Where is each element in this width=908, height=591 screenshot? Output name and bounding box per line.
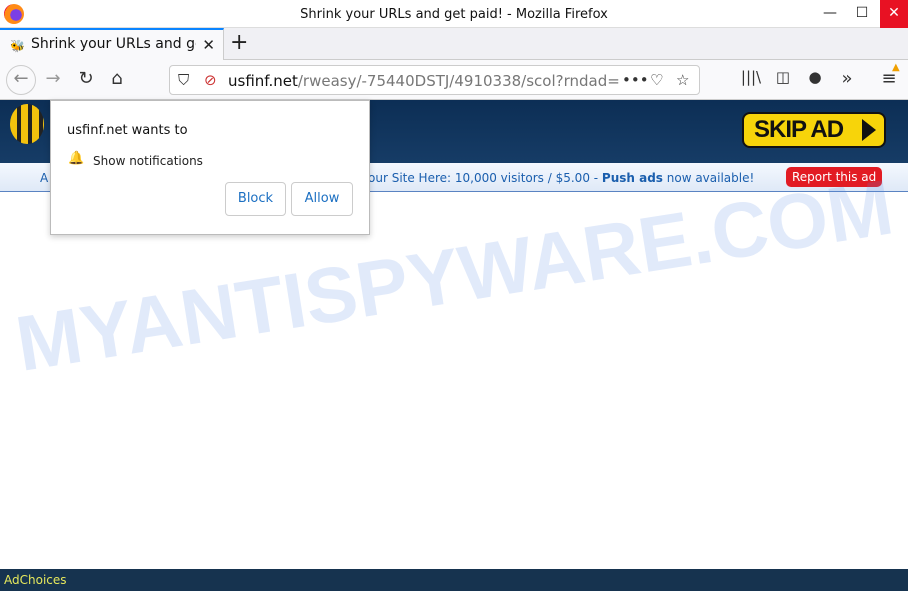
allow-button[interactable]: Allow xyxy=(291,182,353,216)
library-icon[interactable]: |||\ xyxy=(738,68,764,86)
menu-hamburger-icon[interactable]: ≡ ▲ xyxy=(876,62,902,89)
forward-button[interactable]: → xyxy=(40,68,66,89)
block-button[interactable]: Block xyxy=(225,182,286,216)
window-title: Shrink your URLs and get paid! - Mozilla… xyxy=(300,7,608,22)
warning-icon: ▲ xyxy=(892,62,900,73)
maximize-button[interactable]: ☐ xyxy=(848,0,876,28)
account-icon[interactable]: ● xyxy=(802,68,828,86)
tab-bar: 🐝 Shrink your URLs and get paid! ✕ + xyxy=(0,28,908,60)
url-domain: usfinf.net xyxy=(228,72,298,90)
url-bar[interactable]: ⛉ ⊘ usfinf.net/rweasy/-75440DSTJ/4910338… xyxy=(169,65,700,95)
bookmark-star-icon[interactable]: ☆ xyxy=(676,71,689,89)
reload-button[interactable]: ↻ xyxy=(73,68,99,89)
more-actions-icon[interactable]: ••• xyxy=(622,71,649,89)
home-button[interactable]: ⌂ xyxy=(104,68,130,89)
popup-title: usfinf.net wants to xyxy=(67,123,188,138)
strip-text-post: now available! xyxy=(662,171,755,185)
shield-icon[interactable]: ⛉ xyxy=(178,71,189,89)
strip-left-text: A xyxy=(40,171,49,185)
close-window-button[interactable]: ✕ xyxy=(880,0,908,28)
bee-logo-icon xyxy=(10,104,44,144)
insecure-lock-icon[interactable]: ⊘ xyxy=(204,71,217,89)
strip-text-pre: our Site Here: 10,000 visitors / $5.00 - xyxy=(368,171,602,185)
nav-bar: ← → ↻ ⌂ ⛉ ⊘ usfinf.net/rweasy/-75440DSTJ… xyxy=(0,60,908,100)
skip-ad-button[interactable]: SKIP AD xyxy=(742,112,886,148)
url-path: /rweasy/-75440DSTJ/4910338/scol?rndad= xyxy=(297,72,620,90)
notification-permission-popup: usfinf.net wants to 🔔 Show notifications… xyxy=(50,100,370,235)
adchoices-link[interactable]: AdChoices xyxy=(4,573,67,587)
back-button[interactable]: ← xyxy=(6,65,36,95)
url-text[interactable]: usfinf.net/rweasy/-75440DSTJ/4910338/sco… xyxy=(228,72,623,90)
footer-bar: AdChoices xyxy=(0,569,908,591)
report-ad-button[interactable]: Report this ad xyxy=(786,167,883,187)
overflow-chevron-icon[interactable]: » xyxy=(834,68,860,89)
strip-text[interactable]: our Site Here: 10,000 visitors / $5.00 -… xyxy=(368,171,754,185)
permission-text: Show notifications xyxy=(93,154,203,168)
title-bar: Shrink your URLs and get paid! - Mozilla… xyxy=(0,0,908,28)
bell-icon: 🔔 xyxy=(68,151,85,166)
tab-active[interactable]: 🐝 Shrink your URLs and get paid! ✕ xyxy=(0,28,224,60)
minimize-button[interactable]: — xyxy=(816,0,844,28)
sidebar-icon[interactable]: ◫ xyxy=(770,68,796,86)
new-tab-button[interactable]: + xyxy=(230,30,248,55)
close-tab-icon[interactable]: ✕ xyxy=(202,36,215,54)
bee-favicon-icon: 🐝 xyxy=(10,39,25,53)
pocket-icon[interactable]: ♡ xyxy=(650,71,663,89)
push-ads-link[interactable]: Push ads xyxy=(602,171,663,185)
tab-label: Shrink your URLs and get paid! xyxy=(31,36,196,52)
